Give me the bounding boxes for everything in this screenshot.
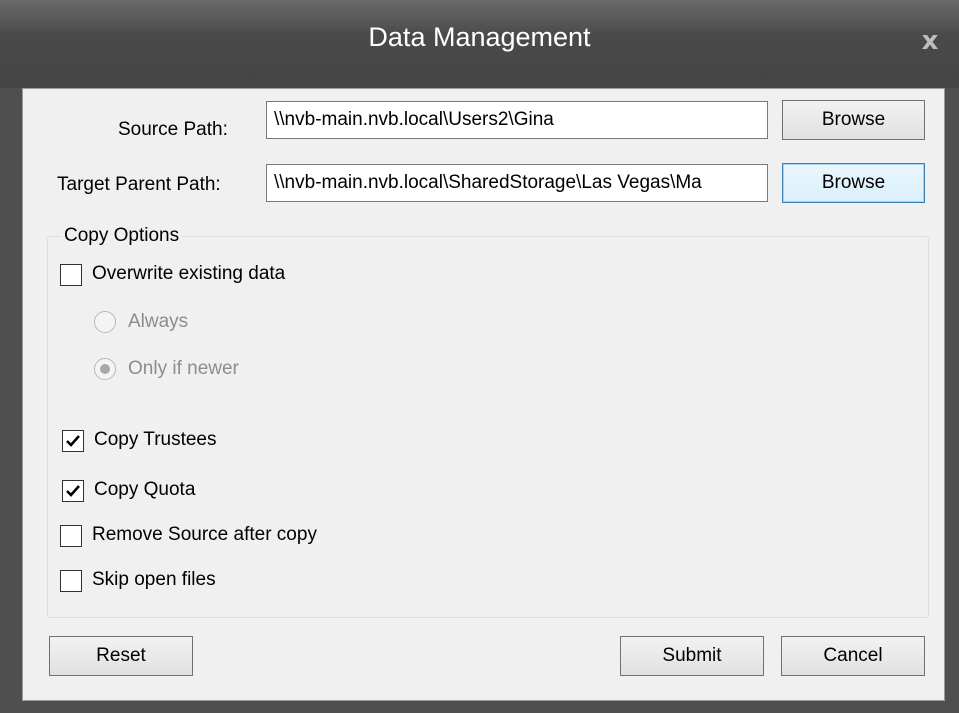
- radio-selected-dot: [100, 364, 110, 374]
- checkmark-icon: [66, 485, 80, 497]
- skip-open-files-checkbox[interactable]: [60, 570, 82, 592]
- source-path-label: Source Path:: [118, 119, 228, 140]
- remove-source-checkbox[interactable]: [60, 525, 82, 547]
- data-management-window: Data Management x Source Path: Browse Ta…: [0, 0, 959, 713]
- overwrite-label[interactable]: Overwrite existing data: [92, 263, 285, 285]
- cancel-button[interactable]: Cancel: [781, 636, 925, 676]
- copy-options-group: [47, 236, 929, 618]
- radio-only-if-newer-label[interactable]: Only if newer: [128, 358, 239, 380]
- copy-options-title: Copy Options: [61, 225, 183, 247]
- submit-button[interactable]: Submit: [620, 636, 764, 676]
- target-browse-button[interactable]: Browse: [782, 163, 925, 203]
- title-bar[interactable]: Data Management x: [0, 0, 959, 88]
- target-parent-path-input[interactable]: [266, 164, 768, 202]
- remove-source-label[interactable]: Remove Source after copy: [92, 524, 317, 546]
- copy-quota-label[interactable]: Copy Quota: [94, 479, 195, 501]
- copy-trustees-checkbox[interactable]: [62, 430, 84, 452]
- target-parent-path-label: Target Parent Path:: [57, 174, 221, 195]
- copy-trustees-label[interactable]: Copy Trustees: [94, 429, 217, 451]
- close-icon[interactable]: x: [919, 28, 941, 54]
- source-browse-button[interactable]: Browse: [782, 100, 925, 140]
- copy-quota-checkbox[interactable]: [62, 480, 84, 502]
- source-path-input[interactable]: [266, 101, 768, 139]
- radio-only-if-newer[interactable]: [94, 358, 116, 380]
- checkmark-icon: [66, 435, 80, 447]
- radio-always-label[interactable]: Always: [128, 311, 188, 333]
- radio-always[interactable]: [94, 311, 116, 333]
- overwrite-checkbox[interactable]: [60, 264, 82, 286]
- reset-button[interactable]: Reset: [49, 636, 193, 676]
- window-title: Data Management: [368, 22, 591, 52]
- dialog-body: Source Path: Browse Target Parent Path: …: [22, 88, 945, 701]
- skip-open-files-label[interactable]: Skip open files: [92, 569, 216, 591]
